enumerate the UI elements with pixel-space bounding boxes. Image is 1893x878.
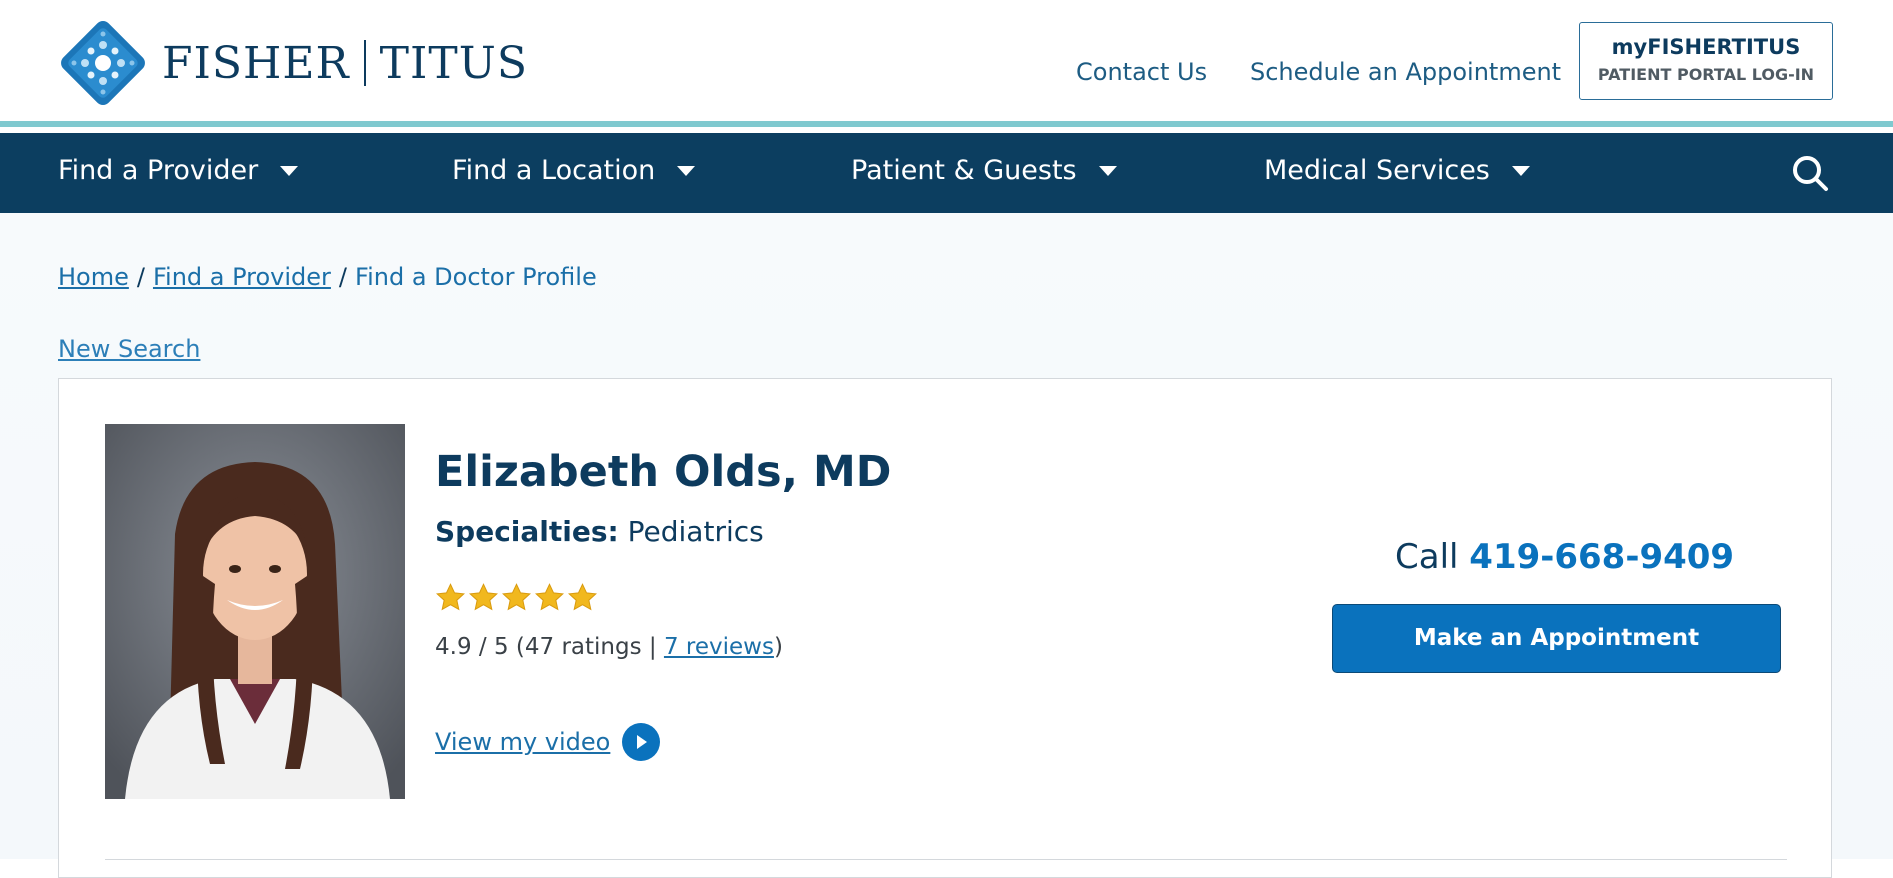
logo-name-right: TITUS: [379, 37, 528, 89]
logo-separator: [363, 40, 366, 86]
search-icon[interactable]: [1790, 153, 1830, 193]
star-icon: [502, 583, 531, 611]
caret-down-icon: [280, 165, 299, 176]
breadcrumb-separator: /: [338, 263, 348, 291]
nav-item-find-location[interactable]: Find a Location: [452, 155, 696, 186]
reviews-link[interactable]: 7 reviews: [664, 634, 774, 660]
card-divider: [105, 859, 1787, 860]
specialties-label: Specialties:: [435, 515, 619, 548]
call-line: Call 419-668-9409: [1395, 537, 1734, 577]
breadcrumb-home-link[interactable]: Home: [58, 263, 129, 291]
provider-name: Elizabeth Olds, MD: [435, 447, 892, 497]
nav-item-find-provider[interactable]: Find a Provider: [58, 155, 299, 186]
nav-item-label: Patient & Guests: [851, 155, 1077, 186]
caret-down-icon: [677, 165, 696, 176]
patient-portal-button[interactable]: myFISHERTITUS PATIENT PORTAL LOG-IN: [1579, 22, 1833, 100]
nav-item-patient-guests[interactable]: Patient & Guests: [851, 155, 1117, 186]
star-icon: [568, 583, 597, 611]
nav-item-label: Find a Provider: [58, 155, 259, 186]
nav-item-medical-services[interactable]: Medical Services: [1264, 155, 1530, 186]
portal-title: myFISHERTITUS: [1611, 35, 1801, 59]
play-icon: [622, 723, 661, 761]
diamond-dots-logo-icon: [58, 18, 148, 108]
portal-subtitle: PATIENT PORTAL LOG-IN: [1597, 65, 1815, 84]
breadcrumb-current: Find a Doctor Profile: [355, 263, 597, 291]
star-icon: [535, 583, 564, 611]
provider-specialties: Specialties: Pediatrics: [435, 515, 764, 548]
phone-number-link[interactable]: 419-668-9409: [1469, 537, 1734, 577]
main-nav: Find a Provider Find a Location Patient …: [0, 133, 1893, 213]
breadcrumb-find-provider-link[interactable]: Find a Provider: [153, 263, 331, 291]
call-label: Call: [1395, 537, 1459, 577]
star-icon: [436, 583, 465, 611]
breadcrumb: Home / Find a Provider / Find a Doctor Profi…: [58, 263, 597, 291]
contact-us-link-wrap: Contact Us: [1076, 58, 1207, 86]
view-video-label: View my video: [435, 728, 611, 756]
contact-us-link[interactable]: Contact Us: [1076, 58, 1207, 86]
nav-item-label: Find a Location: [452, 155, 656, 186]
breadcrumb-separator: /: [136, 263, 145, 291]
caret-down-icon: [1511, 165, 1530, 176]
logo-wordmark: FISHER TITUS: [162, 38, 528, 89]
star-icon: [469, 583, 498, 611]
nav-item-label: Medical Services: [1264, 155, 1490, 186]
new-search-link[interactable]: New Search: [58, 335, 200, 363]
rating-text: 4.9 / 5 (47 ratings |: [435, 634, 664, 660]
make-appointment-button[interactable]: Make an Appointment: [1332, 604, 1781, 673]
provider-photo: [105, 424, 405, 799]
main-content: Home / Find a Provider / Find a Doctor Profi…: [0, 213, 1893, 878]
schedule-appointment-link[interactable]: Schedule an Appointment: [1250, 58, 1561, 86]
logo[interactable]: FISHER TITUS: [58, 18, 528, 108]
site-header: FISHER TITUS Contact Us Schedule an Appo…: [0, 0, 1893, 127]
provider-card: Elizabeth Olds, MD Specialties: Pediatri…: [58, 378, 1832, 878]
rating-summary: 4.9 / 5 (47 ratings | 7 reviews): [435, 634, 783, 660]
rating-suffix: ): [773, 634, 783, 660]
caret-down-icon: [1098, 165, 1117, 176]
specialties-value: Pediatrics: [627, 515, 764, 548]
view-video-link[interactable]: View my video: [435, 723, 661, 761]
logo-name-left: FISHER: [162, 37, 350, 89]
schedule-appointment-link-wrap: Schedule an Appointment: [1250, 58, 1561, 86]
star-rating: [435, 582, 598, 613]
